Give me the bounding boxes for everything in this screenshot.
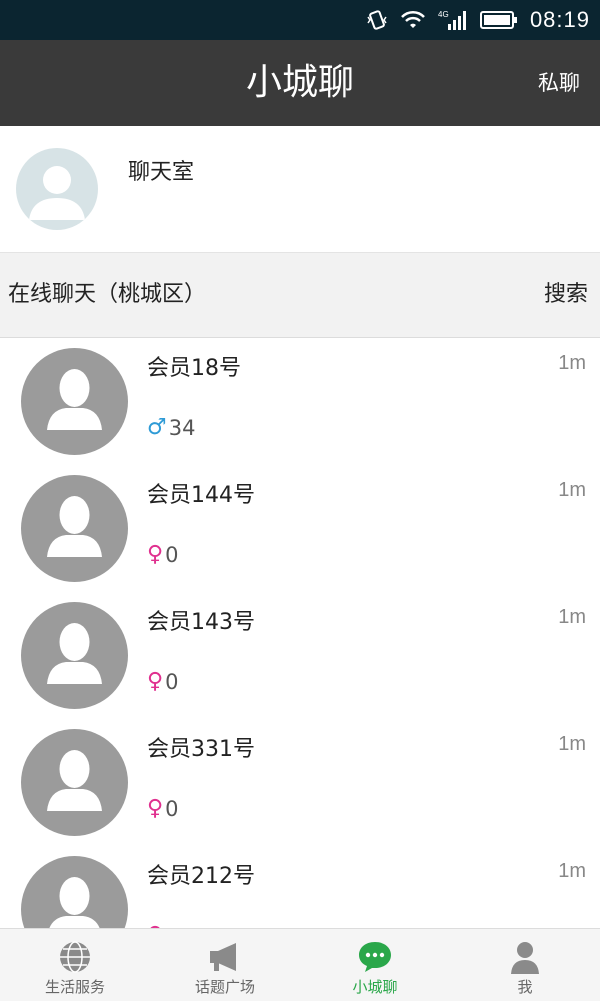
female-icon: ♀ — [147, 796, 164, 821]
list-item[interactable]: 会员18号 1m ♂ 34 — [0, 338, 600, 465]
chatroom-entry[interactable]: 聊天室 — [0, 126, 600, 253]
last-active-time: 1m — [558, 733, 586, 755]
gender-info: ♀ 0 — [147, 669, 179, 695]
list-item[interactable]: 会员331号 1m ♀ 0 — [0, 719, 600, 846]
last-active-time: 1m — [558, 352, 586, 374]
online-chat-section-header: 在线聊天（桃城区） 搜索 — [0, 253, 600, 338]
last-active-time: 1m — [558, 860, 586, 882]
chat-bubble-icon — [359, 942, 391, 972]
member-name: 会员144号 — [147, 483, 255, 508]
page-title: 小城聊 — [245, 62, 354, 103]
search-button[interactable]: 搜索 — [544, 253, 588, 337]
person-silhouette-icon — [47, 750, 102, 811]
gender-value: 0 — [165, 670, 179, 694]
signal-icon: 4G — [438, 10, 466, 30]
chatroom-avatar — [16, 148, 98, 230]
chatroom-label: 聊天室 — [128, 160, 195, 185]
avatar — [21, 475, 128, 582]
male-icon: ♂ — [147, 415, 167, 440]
member-name: 会员18号 — [147, 356, 241, 381]
clock: 08:19 — [529, 7, 590, 32]
megaphone-icon — [210, 943, 236, 971]
avatar — [21, 729, 128, 836]
female-icon: ♀ — [147, 542, 164, 567]
person-silhouette-icon — [47, 496, 102, 557]
app-header: 小城聊 私聊 — [0, 40, 600, 126]
tab-life-services[interactable]: 生活服务 — [0, 929, 150, 1001]
section-title: 在线聊天（桃城区） — [8, 282, 207, 307]
person-silhouette-icon — [49, 877, 100, 928]
svg-text:4G: 4G — [438, 10, 449, 19]
gender-info: ♀ 0 — [147, 542, 179, 568]
person-icon — [511, 942, 539, 974]
avatar — [21, 856, 128, 928]
tab-label: 生活服务 — [44, 978, 105, 996]
list-item[interactable]: 会员144号 1m ♀ 0 — [0, 465, 600, 592]
list-item[interactable]: 会员143号 1m ♀ 0 — [0, 592, 600, 719]
tab-label: 小城聊 — [352, 978, 398, 996]
avatar-placeholder-icon — [29, 166, 85, 220]
list-item[interactable]: 会员212号 1m ♀ — [0, 846, 600, 928]
tab-me[interactable]: 我 — [450, 929, 600, 1001]
private-chat-button[interactable]: 私聊 — [538, 40, 580, 126]
avatar — [21, 348, 128, 455]
gender-value: 0 — [165, 543, 179, 567]
gender-info: ♀ 0 — [147, 796, 179, 822]
gender-value: 0 — [165, 797, 179, 821]
gender-value: 34 — [168, 416, 196, 440]
member-name: 会员331号 — [147, 737, 255, 762]
tab-label: 我 — [517, 978, 533, 996]
avatar — [21, 602, 128, 709]
person-silhouette-icon — [47, 623, 102, 684]
battery-icon — [479, 11, 517, 29]
bottom-nav: 生活服务 话题广场 小城聊 我 — [0, 928, 600, 1001]
female-icon: ♀ — [147, 669, 164, 694]
person-silhouette-icon — [47, 369, 102, 430]
member-name: 会员143号 — [147, 610, 255, 635]
status-bar: 4G 08:19 — [0, 0, 600, 40]
member-list[interactable]: 会员18号 1m ♂ 34 会员144号 1m ♀ 0 会员143号 1m ♀ … — [0, 338, 600, 928]
wifi-icon — [401, 10, 425, 28]
vibrate-icon — [367, 10, 387, 30]
last-active-time: 1m — [558, 606, 586, 628]
tab-small-city-chat[interactable]: 小城聊 — [300, 929, 450, 1001]
member-name: 会员212号 — [147, 864, 255, 889]
gender-info: ♂ 34 — [147, 415, 196, 441]
globe-icon — [60, 941, 90, 973]
last-active-time: 1m — [558, 479, 586, 501]
tab-label: 话题广场 — [194, 978, 255, 996]
tab-topic-square[interactable]: 话题广场 — [150, 929, 300, 1001]
